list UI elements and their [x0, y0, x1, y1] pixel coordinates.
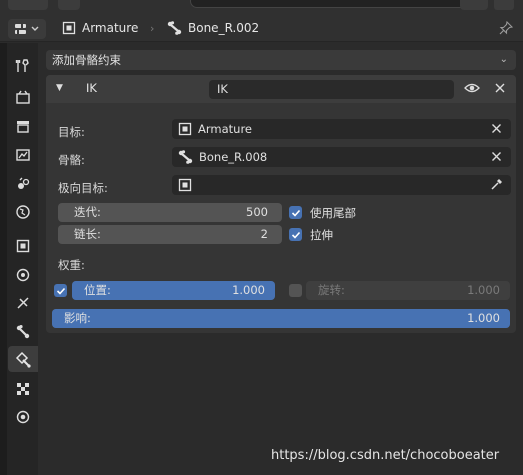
weight-label: 权重: — [58, 258, 85, 272]
checkmark-icon — [291, 231, 300, 239]
target-value: Armature — [198, 122, 252, 136]
rotation-weight-checkbox[interactable] — [289, 284, 302, 297]
tab-world[interactable] — [10, 199, 36, 225]
tool-icon — [15, 59, 29, 72]
object-field-icon — [178, 178, 192, 192]
tab-texture[interactable] — [10, 376, 36, 402]
object-name: Armature — [82, 21, 139, 35]
use-tail-label: 使用尾部 — [310, 206, 356, 220]
checkmark-icon — [56, 287, 65, 295]
pole-target-field[interactable] — [172, 175, 511, 195]
object-field-icon — [178, 122, 192, 136]
position-weight-slider[interactable]: 位置: 1.000 — [72, 281, 275, 300]
eyedropper-icon[interactable] — [490, 178, 503, 194]
constraint-type-label: IK — [86, 81, 97, 95]
bone-name: Bone_R.002 — [188, 21, 260, 35]
bone-field-icon — [178, 150, 193, 164]
display-mode-button[interactable] — [58, 0, 80, 10]
tab-object[interactable] — [10, 233, 36, 259]
tab-view-layer[interactable] — [10, 142, 36, 168]
pin-icon[interactable] — [499, 20, 514, 38]
sidebar-edge — [0, 43, 7, 475]
iterations-value: 500 — [246, 205, 268, 219]
influence-fill — [52, 309, 510, 328]
rotation-weight-label: 旋转: — [318, 283, 345, 297]
tab-render[interactable] — [10, 84, 36, 110]
clear-bone-icon[interactable] — [490, 150, 503, 166]
eye-icon[interactable] — [464, 81, 480, 98]
pole-target-label: 极向目标: — [58, 181, 108, 195]
rotation-weight-value: 1.000 — [467, 283, 500, 297]
object-breadcrumb[interactable]: Armature — [62, 21, 138, 35]
search-field[interactable] — [190, 0, 482, 8]
chevron-down-icon: ⌄ — [499, 54, 508, 65]
position-weight-label: 位置: — [84, 283, 111, 297]
chain-length-field[interactable]: 链长: 2 — [58, 225, 282, 244]
influence-label: 影响: — [64, 311, 91, 325]
new-window-button[interactable] — [494, 0, 514, 10]
properties-editor-icon — [15, 24, 39, 34]
influence-slider[interactable]: 影响: 1.000 — [52, 309, 510, 328]
properties-header: Armature › Bone_R.002 — [0, 16, 523, 42]
rotation-weight-slider[interactable]: 旋转: 1.000 — [306, 281, 510, 300]
ik-constraint-panel: ▼ IK IK 目标: Armature 骨骼: Bone_R.008 极向目标… — [46, 75, 516, 333]
stretch-label: 拉伸 — [310, 228, 333, 242]
watermark-text: https://blog.csdn.net/chocoboeater — [271, 448, 500, 463]
object-tab-icon — [16, 239, 30, 253]
editor-type-button[interactable] — [8, 0, 48, 10]
collapse-arrow-icon[interactable]: ▼ — [56, 83, 63, 93]
iterations-label: 迭代: — [74, 205, 101, 219]
scene-icon — [18, 177, 30, 189]
checkmark-icon — [291, 209, 300, 217]
delete-constraint-icon[interactable] — [493, 81, 507, 98]
stretch-checkbox[interactable] — [289, 228, 302, 241]
bone-constraints-panel-area: 添加骨骼约束 ⌄ ▼ IK IK 目标: Armature 骨骼: Bone_R… — [38, 43, 523, 475]
view-layer-icon — [16, 149, 30, 161]
editor-type-menu[interactable] — [8, 19, 46, 39]
output-icon — [17, 121, 29, 133]
object-icon — [62, 21, 76, 35]
chain-length-value: 2 — [260, 227, 268, 241]
tab-data[interactable] — [10, 404, 36, 430]
physics-icon — [16, 268, 30, 282]
data-icon — [16, 410, 30, 424]
bone-tab-icon — [16, 325, 30, 339]
bone-breadcrumb[interactable]: Bone_R.002 — [167, 21, 259, 35]
bone-label: 骨骼: — [58, 153, 85, 167]
render-icon — [16, 90, 30, 104]
use-tail-checkbox[interactable] — [289, 206, 302, 219]
target-label: 目标: — [58, 125, 85, 139]
tab-bone[interactable] — [10, 319, 36, 345]
influence-value: 1.000 — [467, 311, 500, 325]
ik-panel-header: ▼ IK IK — [46, 75, 516, 103]
position-weight-checkbox[interactable] — [54, 284, 67, 297]
bone-value: Bone_R.008 — [199, 150, 268, 164]
texture-icon — [17, 383, 29, 395]
constraint-name-input[interactable]: IK — [209, 80, 454, 99]
tab-bone-constraints[interactable] — [8, 346, 38, 372]
target-field[interactable]: Armature — [172, 119, 511, 139]
clear-target-icon[interactable] — [490, 122, 503, 138]
position-weight-value: 1.000 — [232, 283, 265, 297]
tab-physics[interactable] — [10, 262, 36, 288]
top-toolbar-strip — [0, 0, 523, 16]
object-constraint-icon — [17, 297, 29, 309]
chain-length-label: 链长: — [74, 227, 101, 241]
world-icon — [16, 205, 30, 219]
tab-tool[interactable] — [10, 53, 36, 79]
tab-output[interactable] — [10, 113, 36, 139]
bone-icon — [167, 21, 182, 35]
add-bone-constraint-dropdown[interactable]: 添加骨骼约束 ⌄ — [46, 50, 516, 70]
options-dropdown[interactable] — [460, 0, 488, 10]
bone-field[interactable]: Bone_R.008 — [172, 147, 511, 167]
breadcrumb-separator-icon: › — [150, 22, 155, 35]
add-bone-constraint-label: 添加骨骼约束 — [52, 53, 121, 67]
tab-scene[interactable] — [10, 171, 36, 197]
tab-object-constraints[interactable] — [10, 290, 36, 316]
bone-constraint-icon — [15, 351, 31, 368]
iterations-field[interactable]: 迭代: 500 — [58, 203, 282, 222]
